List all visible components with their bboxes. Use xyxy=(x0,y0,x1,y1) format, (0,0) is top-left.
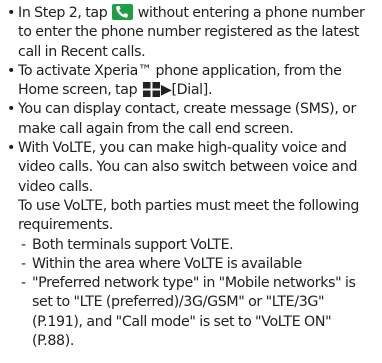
note-activate-phone-app: • To activate Xperia™ phone application,… xyxy=(4,62,376,101)
bullet: • xyxy=(7,140,16,157)
bullet: • xyxy=(7,5,16,21)
volte-requirement-item: - Within the area where VoLTE is availab… xyxy=(18,255,376,274)
dash: - xyxy=(21,275,26,292)
volte-requirement-item: - Both terminals support VoLTE. xyxy=(18,236,376,255)
volte-requirement-text: Both terminals support VoLTE. xyxy=(32,236,234,253)
phone-call-icon xyxy=(112,4,134,20)
dash: - xyxy=(21,236,26,253)
volte-requirements-list: - Both terminals support VoLTE. - Within… xyxy=(18,236,376,352)
volte-requirement-text: "Preferred network type" in "Mobile netw… xyxy=(32,275,356,350)
app-grid-icon xyxy=(142,82,160,98)
note-volte: • With VoLTE, you can make high-quality … xyxy=(4,139,376,351)
notes-list: • In Step 2, tap without entering a phon… xyxy=(4,4,376,351)
dash: - xyxy=(21,255,26,272)
bullet: • xyxy=(7,101,16,118)
note-activate-text-after: ▶[Dial]. xyxy=(160,82,213,99)
notes-page: • In Step 2, tap without entering a phon… xyxy=(0,0,382,363)
volte-requirement-item: - "Preferred network type" in "Mobile ne… xyxy=(18,274,376,351)
volte-requirement-text: Within the area where VoLTE is available xyxy=(32,255,302,272)
bullet: • xyxy=(7,62,16,79)
note-call-end-screen: • You can display contact, create messag… xyxy=(4,100,376,139)
volte-requirements-intro: To use VoLTE, both parties must meet the… xyxy=(18,197,360,234)
note-step2-text-before: In Step 2, tap xyxy=(18,5,112,21)
note-step2: • In Step 2, tap without entering a phon… xyxy=(4,4,376,62)
note-volte-text: With VoLTE, you can make high-quality vo… xyxy=(18,140,358,195)
note-call-end-text: You can display contact, create message … xyxy=(18,101,356,137)
